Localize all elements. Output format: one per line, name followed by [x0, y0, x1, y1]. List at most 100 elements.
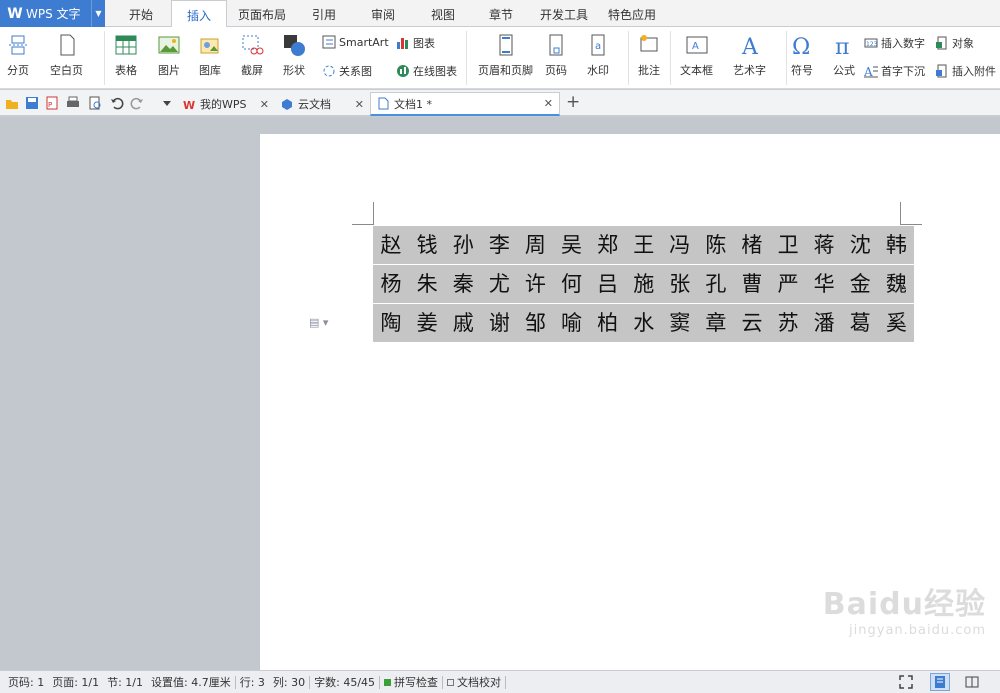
formula-button[interactable]: π 公式	[832, 27, 856, 78]
blank-page-button[interactable]: 空白页	[50, 27, 83, 78]
wps-window: W WPS 文字 ▼ 开始 插入 页面布局 引用 审阅 视图 章节 开发工具 特…	[0, 0, 1000, 693]
drop-cap-button[interactable]: A 首字下沉	[863, 63, 925, 79]
tab-my-wps[interactable]: W 我的WPS ✕	[177, 92, 275, 116]
document-char: 华	[813, 272, 835, 296]
watermark-big: Baidu经验	[822, 587, 986, 622]
proofread-button[interactable]: 文档校对	[443, 674, 505, 690]
spell-check-toggle[interactable]: 拼写检查	[380, 674, 442, 690]
tab-developer[interactable]: 开发工具	[532, 0, 596, 27]
print-preview-icon[interactable]	[88, 96, 102, 110]
export-pdf-icon[interactable]: P	[45, 96, 59, 110]
page-view-icon[interactable]	[930, 673, 950, 691]
attachment-button[interactable]: 插入附件	[935, 63, 996, 79]
svg-text:π: π	[835, 35, 849, 57]
redo-icon[interactable]	[130, 96, 144, 110]
app-menu-button[interactable]: W WPS 文字 ▼	[0, 0, 105, 27]
ribbon-divider	[670, 31, 671, 85]
gallery-button[interactable]: 图库	[198, 27, 222, 78]
wps-logo-icon: W	[183, 98, 196, 112]
document-char: 潘	[813, 311, 835, 335]
pi-icon: π	[832, 33, 856, 60]
print-icon[interactable]	[66, 96, 80, 110]
document-char: 何	[561, 272, 583, 296]
chart-button[interactable]: 图表	[396, 35, 435, 51]
close-icon[interactable]: ✕	[355, 98, 364, 111]
open-folder-icon[interactable]	[5, 96, 19, 110]
chevron-down-icon[interactable]: ▼	[91, 0, 105, 27]
picture-icon	[157, 33, 181, 57]
close-icon[interactable]: ✕	[260, 98, 269, 111]
smartart-label: SmartArt	[339, 35, 389, 49]
document-char: 魏	[885, 272, 907, 296]
online-chart-button[interactable]: 在线图表	[396, 63, 457, 79]
textbox-button[interactable]: A 文本框	[680, 27, 713, 78]
watermark-button[interactable]: a 水印	[586, 27, 610, 78]
document-char: 邹	[524, 311, 546, 335]
document-char: 张	[669, 272, 691, 296]
tab-cloud-docs[interactable]: 云文档 ✕	[275, 92, 370, 116]
comment-button[interactable]: 批注	[637, 27, 661, 78]
header-footer-button[interactable]: 页眉和页脚	[478, 27, 533, 78]
tab-references[interactable]: 引用	[298, 0, 350, 27]
document-char: 柏	[597, 311, 619, 335]
crop-mark	[373, 202, 374, 224]
document-char: 喻	[561, 311, 583, 335]
wordart-button[interactable]: A 艺术字	[733, 27, 766, 78]
text-line[interactable]: 陶姜戚谢邹喻柏水窦章云苏潘葛奚	[373, 304, 915, 342]
new-tab-icon[interactable]: +	[566, 94, 582, 111]
document-char: 钱	[416, 233, 438, 257]
insert-number-button[interactable]: 123 插入数字	[864, 35, 925, 51]
document-char: 姜	[416, 311, 438, 335]
document-char: 沈	[849, 233, 871, 257]
page-break-button[interactable]: 分页	[6, 27, 30, 78]
object-label: 对象	[952, 37, 974, 50]
chart-icon	[396, 36, 410, 50]
status-words[interactable]: 字数: 45/45	[310, 674, 379, 690]
symbol-button[interactable]: Ω 符号	[790, 27, 814, 78]
document-char: 云	[741, 311, 763, 335]
table-icon	[114, 33, 138, 57]
text-line[interactable]: 杨朱秦尤许何吕施张孔曹严华金魏	[373, 265, 915, 303]
read-view-icon[interactable]	[962, 673, 982, 691]
attachment-label: 插入附件	[952, 65, 996, 78]
shapes-label: 形状	[283, 64, 305, 77]
chart-label: 图表	[413, 37, 435, 50]
tab-page-layout[interactable]: 页面布局	[230, 0, 294, 27]
tab-chapter[interactable]: 章节	[474, 0, 528, 27]
status-page-num[interactable]: 页码: 1	[0, 674, 48, 690]
insert-number-label: 插入数字	[881, 37, 925, 50]
tab-home[interactable]: 开始	[112, 0, 170, 27]
table-button[interactable]: 表格	[114, 27, 138, 78]
status-section[interactable]: 节: 1/1	[103, 674, 147, 690]
status-pages[interactable]: 页面: 1/1	[48, 674, 103, 690]
document-char: 卫	[777, 233, 799, 257]
relation-button[interactable]: 关系图	[322, 63, 372, 79]
shapes-button[interactable]: 形状	[282, 27, 306, 78]
document-char: 金	[849, 272, 871, 296]
undo-icon[interactable]	[110, 96, 124, 110]
save-icon[interactable]	[25, 96, 39, 110]
tab-document1[interactable]: 文档1 * ✕	[370, 92, 560, 116]
tab-special[interactable]: 特色应用	[600, 0, 664, 27]
ribbon-divider	[786, 31, 787, 85]
document-workspace: ▤ ▾ 赵钱孙李周吴郑王冯陈楮卫蒋沈韩 杨朱秦尤许何吕施张孔曹严华金魏 陶姜戚谢…	[0, 117, 1000, 693]
tab-review[interactable]: 审阅	[356, 0, 410, 27]
fullscreen-icon[interactable]	[896, 673, 916, 691]
status-setting[interactable]: 设置值: 4.7厘米	[147, 674, 235, 690]
comment-icon	[637, 33, 661, 57]
tab-insert[interactable]: 插入	[171, 0, 227, 28]
paragraph-handle-icon[interactable]: ▤ ▾	[309, 316, 328, 329]
text-line[interactable]: 赵钱孙李周吴郑王冯陈楮卫蒋沈韩	[373, 226, 915, 264]
tab-view[interactable]: 视图	[416, 0, 470, 27]
document-char: 郑	[597, 233, 619, 257]
picture-button[interactable]: 图片	[157, 27, 181, 78]
doc-tab-label: 我的WPS	[200, 98, 247, 111]
smartart-button[interactable]: SmartArt	[322, 35, 389, 49]
page-number-button[interactable]: 页码	[544, 27, 568, 78]
chevron-down-icon[interactable]	[160, 96, 174, 110]
document-char: 孙	[452, 233, 474, 257]
object-button[interactable]: 对象	[935, 35, 974, 51]
screenshot-button[interactable]: 截屏	[240, 27, 264, 78]
close-icon[interactable]: ✕	[544, 97, 553, 110]
relation-icon	[322, 64, 336, 78]
